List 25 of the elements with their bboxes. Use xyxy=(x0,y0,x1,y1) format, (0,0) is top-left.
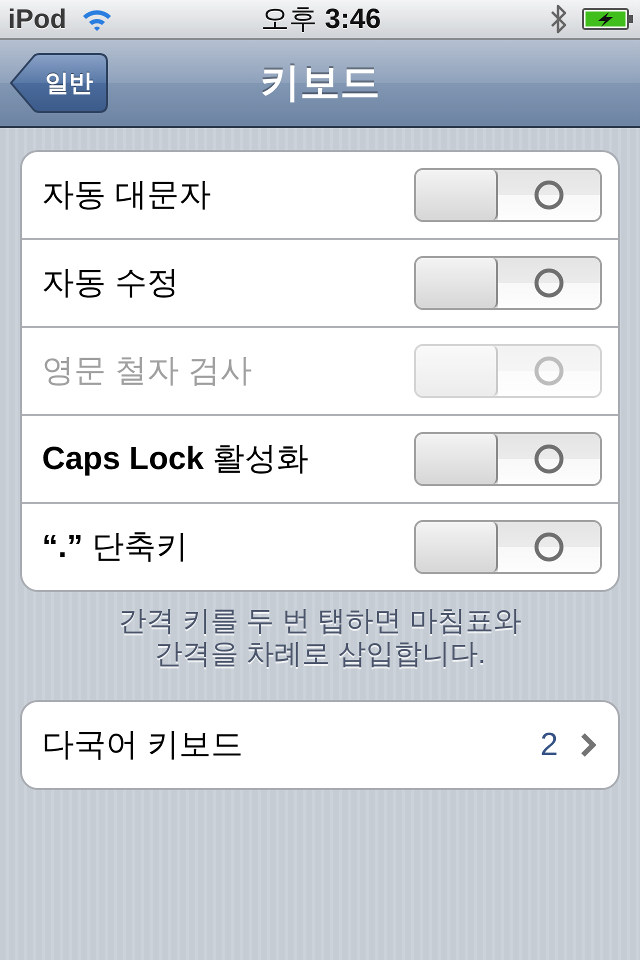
status-time: 오후 3:46 xyxy=(261,5,381,33)
setting-label: Caps Lock 활성화 xyxy=(42,441,309,477)
ring-icon xyxy=(534,356,564,386)
carrier-name: iPod xyxy=(8,6,66,32)
toggle-switch[interactable] xyxy=(414,432,602,486)
battery-icon xyxy=(582,8,634,30)
settings-footnote: 간격 키를 두 번 탭하면 마침표와 간격을 차례로 삽입합니다. xyxy=(118,604,522,670)
ring-icon xyxy=(534,444,564,474)
back-button[interactable]: 일반 xyxy=(10,53,108,113)
toggle-switch[interactable] xyxy=(414,168,602,222)
nav-title: 키보드 xyxy=(260,63,380,103)
toggle-switch[interactable] xyxy=(414,520,602,574)
setting-label: 자동 수정 xyxy=(42,265,179,301)
setting-label: 자동 대문자 xyxy=(42,177,211,213)
setting-label: “.” 단축키 xyxy=(42,529,188,565)
row-label: 다국어 키보드 xyxy=(42,727,244,763)
row-value: 2 xyxy=(540,727,558,763)
ring-icon xyxy=(534,180,564,210)
chevron-icon xyxy=(580,732,596,758)
bluetooth-icon xyxy=(550,4,568,34)
setting-label: 영문 철자 검사 xyxy=(42,353,252,389)
toggle-switch[interactable] xyxy=(414,256,602,310)
ring-icon xyxy=(534,532,564,562)
ring-icon xyxy=(534,268,564,298)
list-row[interactable]: 다국어 키보드 2 xyxy=(20,700,620,790)
